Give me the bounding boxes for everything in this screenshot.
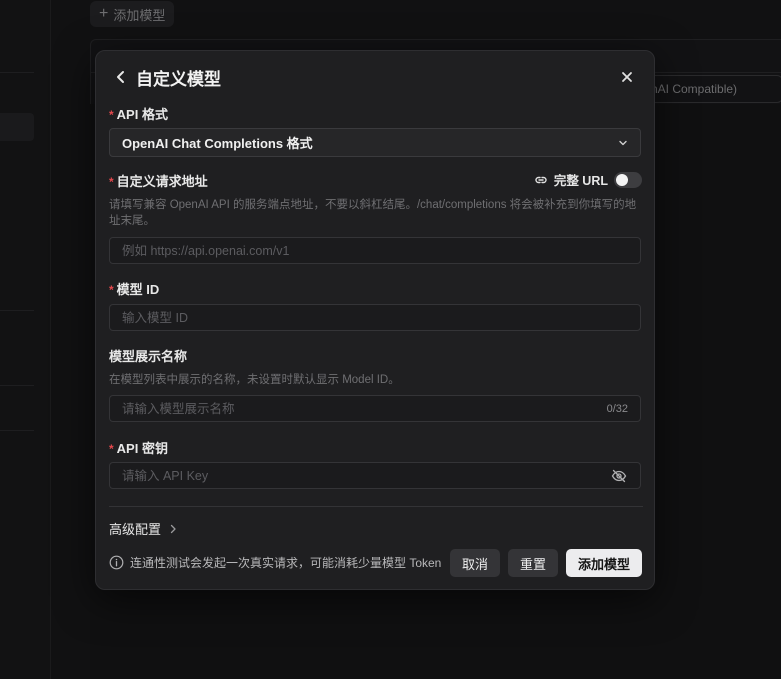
display-name-input[interactable] — [122, 401, 607, 416]
dialog-title: 自定义模型 — [136, 70, 221, 89]
api-key-input[interactable] — [122, 468, 610, 483]
chevron-down-icon — [619, 140, 627, 145]
background-type-chip: nAI Compatible) — [648, 75, 781, 103]
display-name-help-text: 在模型列表中展示的名称，未设置时默认显示 Model ID。 — [109, 374, 400, 386]
api-format-select[interactable]: OpenAI Chat Completions 格式 — [109, 128, 641, 157]
chevron-right-icon — [170, 524, 176, 533]
required-mark: * — [109, 107, 114, 122]
display-name-field: 0/32 — [109, 395, 641, 422]
api-key-label: * API 密钥 — [109, 438, 168, 457]
chevron-left-icon — [117, 71, 124, 83]
required-mark: * — [109, 282, 114, 297]
connectivity-note: 连通性测试会发起一次真实请求，可能消耗少量模型 Token — [109, 554, 441, 571]
endpoint-label-text: 自定义请求地址 — [116, 174, 208, 189]
connectivity-note-text: 连通性测试会发起一次真实请求，可能消耗少量模型 Token — [130, 556, 442, 570]
background-sidebar-divider — [0, 72, 34, 73]
background-sidebar-divider — [0, 310, 34, 311]
close-button[interactable] — [618, 68, 636, 86]
advanced-settings-toggle[interactable]: 高级配置 — [109, 519, 177, 538]
background-sidebar-active-item — [0, 113, 34, 141]
api-format-value: OpenAI Chat Completions 格式 — [122, 136, 313, 151]
model-id-label-text: 模型 ID — [116, 282, 160, 297]
toggle-knob — [616, 173, 628, 186]
close-icon — [622, 72, 632, 82]
full-url-label: 完整 URL — [553, 174, 608, 188]
display-name-label-text: 模型展示名称 — [109, 349, 188, 364]
model-id-field — [109, 304, 641, 331]
model-id-label: * 模型 ID — [109, 279, 159, 298]
display-name-label: 模型展示名称 — [109, 346, 187, 365]
custom-model-dialog: 自定义模型 * API 格式 OpenAI Chat Completions 格… — [95, 50, 655, 590]
api-format-label: * API 格式 — [109, 104, 168, 123]
full-url-toggle-group: 完整 URL — [534, 170, 642, 189]
required-mark: * — [109, 441, 114, 456]
dialog-header: 自定义模型 — [96, 51, 654, 103]
full-url-toggle[interactable] — [614, 171, 642, 188]
background-add-model-button: + 添加模型 — [90, 1, 175, 27]
api-key-label-text: API 密钥 — [116, 441, 168, 456]
required-mark: * — [109, 174, 114, 189]
api-format-label-text: API 格式 — [116, 107, 168, 122]
link-icon — [535, 176, 547, 183]
add-model-button[interactable]: 添加模型 — [566, 549, 642, 577]
background-add-model-label: 添加模型 — [113, 7, 166, 23]
model-id-input[interactable] — [122, 310, 628, 325]
reset-button[interactable]: 重置 — [508, 549, 558, 577]
endpoint-label: * 自定义请求地址 — [109, 171, 208, 190]
api-key-field — [109, 462, 641, 489]
plus-icon: + — [99, 5, 109, 22]
endpoint-input[interactable] — [122, 243, 628, 258]
background-sidebar — [0, 0, 51, 679]
eye-off-icon — [611, 469, 627, 482]
advanced-settings-label: 高级配置 — [109, 522, 162, 537]
character-counter: 0/32 — [606, 402, 628, 415]
background-sidebar-divider — [0, 430, 34, 431]
section-divider — [109, 506, 643, 507]
back-button[interactable] — [112, 68, 130, 86]
background-sidebar-divider — [0, 385, 34, 386]
endpoint-help-text: 请填写兼容 OpenAI API 的服务端点地址，不要以斜杠结尾。/chat/c… — [109, 199, 637, 227]
cancel-button[interactable]: 取消 — [450, 549, 500, 577]
endpoint-field — [109, 237, 641, 264]
toggle-visibility-button[interactable] — [610, 467, 628, 485]
info-icon — [109, 555, 124, 570]
